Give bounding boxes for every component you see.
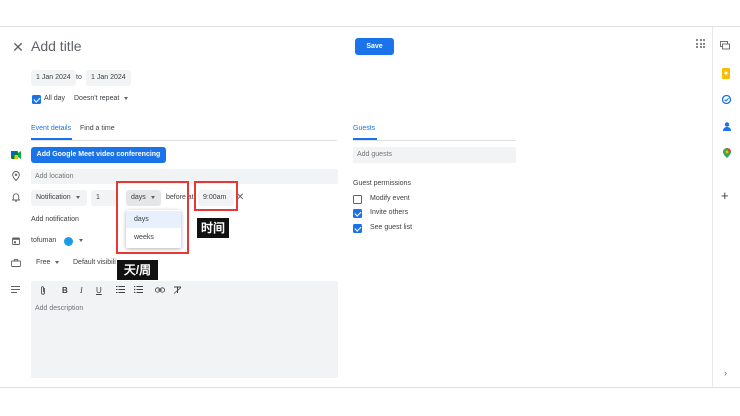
availability-value: Free bbox=[36, 259, 51, 266]
link-icon[interactable] bbox=[155, 286, 165, 295]
modify-event-label: Modify event bbox=[370, 195, 410, 202]
invite-others-checkbox[interactable] bbox=[353, 209, 362, 218]
bottom-divider bbox=[0, 387, 740, 388]
unit-highlight-box bbox=[116, 181, 189, 254]
see-guest-list-label: See guest list bbox=[370, 224, 413, 231]
guest-permissions-title: Guest permissions bbox=[353, 180, 411, 187]
underline-icon[interactable]: U bbox=[96, 286, 102, 295]
description-icon bbox=[11, 286, 20, 293]
guests-divider bbox=[353, 140, 516, 141]
tab-divider bbox=[31, 140, 337, 141]
repeat-value: Doesn't repeat bbox=[74, 95, 120, 102]
calendar-icon bbox=[12, 237, 20, 245]
top-divider bbox=[0, 26, 740, 27]
chevron-down-icon bbox=[55, 260, 60, 264]
start-date[interactable]: 1 Jan 2024 bbox=[31, 70, 76, 86]
side-panel-divider bbox=[712, 27, 713, 387]
availability-select[interactable]: Free bbox=[31, 255, 65, 271]
chevron-down-icon bbox=[79, 239, 83, 242]
add-guests-input[interactable]: Add guests bbox=[353, 147, 516, 163]
chevron-down-icon bbox=[75, 195, 80, 199]
all-day-label: All day bbox=[44, 95, 66, 102]
attachment-icon[interactable] bbox=[40, 286, 46, 297]
meet-icon bbox=[11, 151, 21, 159]
calendar-owner: tofuman bbox=[31, 237, 57, 244]
invite-others-label: Invite others bbox=[370, 209, 409, 216]
keep-icon[interactable] bbox=[722, 68, 730, 79]
add-notification-link[interactable]: Add notification bbox=[31, 212, 79, 228]
tab-find-a-time[interactable]: Find a time bbox=[80, 125, 115, 132]
expand-icon[interactable]: › bbox=[724, 368, 727, 378]
notification-amount-input[interactable]: 1 bbox=[91, 190, 117, 206]
tab-guests[interactable]: Guests bbox=[353, 125, 375, 132]
calendar-color-dot bbox=[64, 236, 73, 246]
tasks-icon[interactable] bbox=[721, 94, 732, 105]
maps-icon[interactable] bbox=[723, 148, 731, 158]
close-icon[interactable]: ✕ bbox=[11, 40, 25, 54]
tab-event-details[interactable]: Event details bbox=[31, 125, 71, 132]
calendar-color-select[interactable] bbox=[61, 233, 89, 249]
end-date[interactable]: 1 Jan 2024 bbox=[86, 70, 131, 86]
bell-icon bbox=[11, 193, 21, 202]
location-pin-icon bbox=[12, 170, 20, 182]
notification-type-value: Notification bbox=[36, 194, 71, 201]
save-button[interactable]: Save bbox=[355, 38, 394, 55]
repeat-select[interactable]: Doesn't repeat bbox=[69, 91, 134, 107]
all-day-checkbox[interactable] bbox=[32, 95, 41, 104]
clear-formatting-icon[interactable] bbox=[173, 286, 182, 296]
description-box[interactable] bbox=[31, 281, 338, 378]
notification-type-select[interactable]: Notification bbox=[31, 190, 87, 206]
add-meet-button[interactable]: Add Google Meet video conferencing bbox=[31, 147, 166, 163]
see-guest-list-checkbox[interactable] bbox=[353, 224, 362, 233]
add-icon[interactable]: + bbox=[721, 189, 729, 202]
chat-icon[interactable] bbox=[720, 41, 730, 50]
numbered-list-icon[interactable] bbox=[116, 286, 125, 295]
contacts-icon[interactable] bbox=[723, 122, 731, 131]
unit-annotation-label: 天/周 bbox=[117, 260, 158, 280]
date-separator: to bbox=[76, 74, 82, 81]
time-annotation-label: 时间 bbox=[197, 218, 229, 238]
briefcase-icon bbox=[11, 259, 21, 267]
time-highlight-box bbox=[194, 181, 238, 211]
italic-icon[interactable]: I bbox=[80, 286, 83, 295]
visibility-select[interactable]: Default visibili bbox=[73, 255, 116, 271]
apps-grid-icon[interactable] bbox=[696, 39, 705, 48]
chevron-down-icon bbox=[124, 96, 129, 100]
bulleted-list-icon[interactable] bbox=[134, 285, 143, 295]
event-title-input[interactable]: Add title bbox=[31, 38, 82, 54]
description-placeholder: Add description bbox=[35, 305, 84, 312]
bold-icon[interactable]: B bbox=[62, 286, 68, 295]
modify-event-checkbox[interactable] bbox=[353, 195, 362, 204]
